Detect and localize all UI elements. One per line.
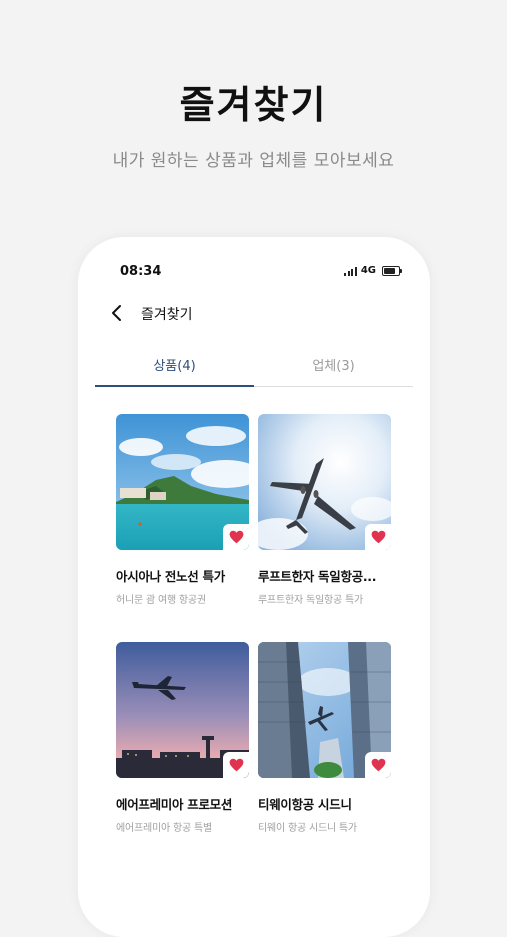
- signal-icon: [344, 266, 357, 276]
- card-title: 티웨이항공 시드니: [258, 797, 352, 812]
- card-title: 에어프레미아 프로모션: [116, 797, 233, 812]
- card-subtitle: 에어프레미아 항공 특별: [116, 823, 212, 834]
- network-label: 4G: [360, 265, 376, 276]
- card-title: 루프트한자 독일항공...: [258, 569, 377, 584]
- nav-title: 즐겨찾기: [141, 307, 193, 323]
- tab-companies[interactable]: 업체(3): [254, 345, 413, 386]
- tab-bar: 상품(4) 업체(3): [95, 345, 413, 387]
- heart-icon: [229, 530, 243, 544]
- status-icons: 4G: [344, 265, 402, 276]
- favorite-card[interactable]: 티웨이항공 시드니 티웨이 항공 시드니 특가: [258, 642, 391, 834]
- phone-mockup: 08:34 4G 즐겨찾기 상품(4) 업체(3) 아시아나 전노선 특가 허니…: [78, 237, 430, 937]
- back-arrow-icon[interactable]: [108, 303, 126, 323]
- favorite-heart-button[interactable]: [223, 752, 249, 778]
- favorite-heart-button[interactable]: [365, 752, 391, 778]
- card-subtitle: 루프트한자 독일항공 특가: [258, 595, 363, 606]
- card-subtitle: 티웨이 항공 시드니 특가: [258, 823, 357, 834]
- battery-icon: [382, 265, 402, 276]
- favorite-card[interactable]: 루프트한자 독일항공... 루프트한자 독일항공 특가: [258, 414, 391, 606]
- airplane-sky-photo: [258, 414, 391, 550]
- favorite-heart-button[interactable]: [223, 524, 249, 550]
- heart-icon: [371, 758, 385, 772]
- airplane-sunset-photo: [116, 642, 249, 778]
- card-subtitle: 허니문 괌 여행 항공권: [116, 595, 206, 606]
- favorite-heart-button[interactable]: [365, 524, 391, 550]
- status-time: 08:34: [120, 264, 162, 279]
- heart-icon: [229, 758, 243, 772]
- heart-icon: [371, 530, 385, 544]
- tab-products[interactable]: 상품(4): [95, 345, 254, 387]
- airplane-skyscrapers-photo: [258, 642, 391, 778]
- hero-title: 즐겨찾기: [179, 83, 328, 127]
- card-title: 아시아나 전노선 특가: [116, 569, 225, 584]
- favorite-card[interactable]: 아시아나 전노선 특가 허니문 괌 여행 항공권: [116, 414, 249, 606]
- island-coast-photo: [116, 414, 249, 550]
- hero-subtitle: 내가 원하는 상품과 업체를 모아보세요: [112, 151, 395, 171]
- favorite-card[interactable]: 에어프레미아 프로모션 에어프레미아 항공 특별: [116, 642, 249, 834]
